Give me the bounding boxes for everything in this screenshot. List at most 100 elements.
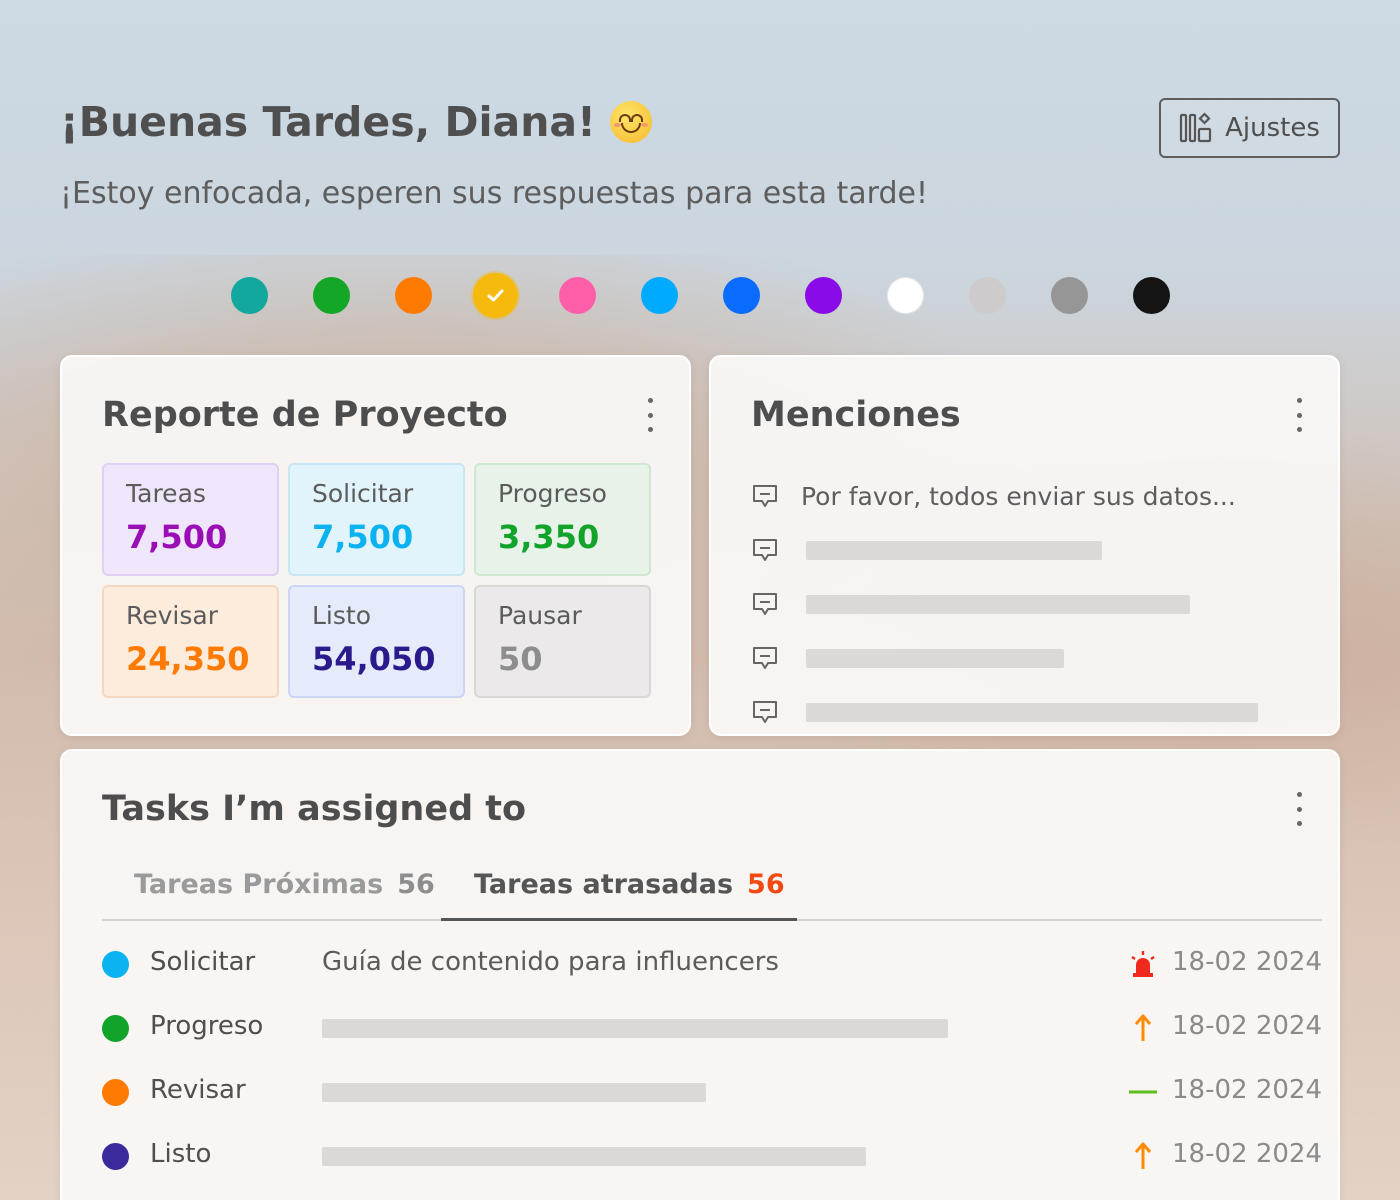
task-name-placeholder bbox=[322, 1019, 948, 1038]
color-swatch[interactable] bbox=[559, 277, 596, 314]
status-dot bbox=[102, 1143, 129, 1170]
color-swatch[interactable] bbox=[1051, 277, 1088, 314]
color-swatch[interactable] bbox=[723, 277, 760, 314]
stat-tile-tareas[interactable]: Tareas 7,500 bbox=[102, 463, 279, 576]
task-status: Progreso bbox=[150, 1011, 264, 1041]
mention-placeholder bbox=[806, 594, 1190, 614]
layout-settings-icon bbox=[1180, 112, 1212, 143]
stat-label: Pausar bbox=[498, 601, 582, 630]
mention-item[interactable] bbox=[751, 685, 1298, 739]
task-name-placeholder bbox=[322, 1147, 866, 1166]
smiling-face-icon bbox=[609, 101, 652, 143]
task-due-date: 18-02 2024 bbox=[1172, 1011, 1322, 1041]
mention-item[interactable]: Por favor, todos enviar sus datos... bbox=[751, 469, 1298, 523]
color-swatch[interactable] bbox=[805, 277, 842, 314]
stat-value: 54,050 bbox=[312, 640, 436, 678]
color-swatch[interactable] bbox=[477, 277, 514, 314]
tab-count: 56 bbox=[397, 869, 435, 900]
tab-count: 56 bbox=[747, 869, 785, 900]
theme-color-picker bbox=[231, 277, 1170, 314]
comment-icon bbox=[753, 593, 777, 615]
cheek bbox=[640, 123, 648, 127]
status-dot bbox=[102, 1015, 129, 1042]
comment-icon bbox=[753, 539, 777, 561]
task-name[interactable]: Guía de contenido para influencers bbox=[322, 947, 779, 977]
mentions-list: Por favor, todos enviar sus datos... bbox=[751, 469, 1298, 739]
mentions-more-icon[interactable] bbox=[1295, 398, 1303, 432]
greeting-text: ¡Buenas Tardes, Diana! bbox=[60, 98, 596, 146]
comment-icon bbox=[753, 701, 777, 723]
assigned-tasks-title: Tasks I’m assigned to bbox=[102, 789, 527, 829]
task-due-date: 18-02 2024 bbox=[1172, 1075, 1322, 1105]
mention-item[interactable] bbox=[751, 577, 1298, 631]
stat-tile-progreso[interactable]: Progreso 3,350 bbox=[474, 463, 651, 576]
page-header: ¡Buenas Tardes, Diana! ¡Estoy enfocada, … bbox=[60, 98, 1340, 228]
mention-placeholder bbox=[806, 648, 1064, 668]
status-dot bbox=[102, 951, 129, 978]
tab-label: Tareas atrasadas bbox=[474, 869, 734, 900]
project-report-title: Reporte de Proyecto bbox=[102, 395, 508, 435]
comment-icon bbox=[753, 485, 777, 507]
task-row[interactable]: Solicitar Guía de contenido para influenc… bbox=[102, 933, 1322, 997]
check-icon bbox=[487, 289, 504, 302]
settings-button[interactable]: Ajustes bbox=[1159, 98, 1340, 158]
tasks-tabs: Tareas Próximas 56 Tareas atrasadas 56 bbox=[102, 861, 1322, 921]
task-row[interactable]: Progreso 18-02 2024 bbox=[102, 997, 1322, 1061]
task-name-placeholder bbox=[322, 1083, 706, 1102]
mention-placeholder bbox=[806, 702, 1258, 722]
task-row[interactable]: Revisar 18-02 2024 bbox=[102, 1061, 1322, 1125]
mention-text: Por favor, todos enviar sus datos... bbox=[801, 481, 1236, 511]
report-more-icon[interactable] bbox=[646, 398, 654, 432]
task-row[interactable]: Listo 18-02 2024 bbox=[102, 1125, 1322, 1189]
task-status: Revisar bbox=[150, 1075, 246, 1105]
mouth bbox=[620, 123, 641, 133]
stat-value: 3,350 bbox=[498, 518, 600, 556]
stat-label: Solicitar bbox=[312, 479, 414, 508]
stat-tile-revisar[interactable]: Revisar 24,350 bbox=[102, 585, 279, 698]
stat-tile-solicitar[interactable]: Solicitar 7,500 bbox=[288, 463, 465, 576]
mentions-card: Menciones Por favor, todos enviar sus da… bbox=[709, 355, 1340, 736]
stat-value: 7,500 bbox=[126, 518, 228, 556]
tab-overdue-tasks[interactable]: Tareas atrasadas 56 bbox=[441, 861, 797, 921]
stat-value: 7,500 bbox=[312, 518, 414, 556]
color-swatch[interactable] bbox=[231, 277, 268, 314]
mention-placeholder bbox=[806, 540, 1102, 560]
comment-icon bbox=[753, 647, 777, 669]
cheek bbox=[613, 123, 621, 127]
arrow-up-icon bbox=[1128, 1141, 1158, 1171]
task-status: Listo bbox=[150, 1139, 212, 1169]
mention-item[interactable] bbox=[751, 523, 1298, 577]
stats-grid: Tareas 7,500 Solicitar 7,500 Progreso 3,350 Re… bbox=[102, 463, 651, 698]
stat-value: 50 bbox=[498, 640, 543, 678]
arrow-up-icon bbox=[1128, 1013, 1158, 1043]
assigned-tasks-card: Tasks I’m assigned to Tareas Próximas 56… bbox=[60, 749, 1340, 1200]
project-report-card: Reporte de Proyecto Tareas 7,500 Solicitar… bbox=[60, 355, 691, 736]
stat-label: Listo bbox=[312, 601, 371, 630]
settings-button-label: Ajustes bbox=[1225, 113, 1320, 143]
mentions-title: Menciones bbox=[751, 395, 961, 435]
status-dot bbox=[102, 1079, 129, 1106]
status-message: ¡Estoy enfocada, esperen sus respuestas … bbox=[60, 176, 929, 211]
stat-tile-pausar[interactable]: Pausar 50 bbox=[474, 585, 651, 698]
stat-label: Progreso bbox=[498, 479, 607, 508]
tab-label: Tareas Próximas bbox=[134, 869, 384, 900]
color-swatch[interactable] bbox=[313, 277, 350, 314]
dash-icon bbox=[1128, 1077, 1158, 1107]
stat-tile-listo[interactable]: Listo 54,050 bbox=[288, 585, 465, 698]
color-swatch[interactable] bbox=[887, 277, 924, 314]
color-swatch[interactable] bbox=[641, 277, 678, 314]
color-swatch[interactable] bbox=[1133, 277, 1170, 314]
greeting-heading: ¡Buenas Tardes, Diana! bbox=[60, 98, 1340, 146]
task-due-date: 18-02 2024 bbox=[1172, 1139, 1322, 1169]
task-status: Solicitar bbox=[150, 947, 256, 977]
task-due-date: 18-02 2024 bbox=[1172, 947, 1322, 977]
stat-label: Revisar bbox=[126, 601, 218, 630]
mention-item[interactable] bbox=[751, 631, 1298, 685]
color-swatch[interactable] bbox=[395, 277, 432, 314]
tab-upcoming-tasks[interactable]: Tareas Próximas 56 bbox=[134, 861, 435, 921]
stat-label: Tareas bbox=[126, 479, 206, 508]
color-swatch[interactable] bbox=[969, 277, 1006, 314]
stat-value: 24,350 bbox=[126, 640, 250, 678]
tasks-more-icon[interactable] bbox=[1295, 792, 1303, 826]
task-list: Solicitar Guía de contenido para influenc… bbox=[102, 933, 1322, 1189]
